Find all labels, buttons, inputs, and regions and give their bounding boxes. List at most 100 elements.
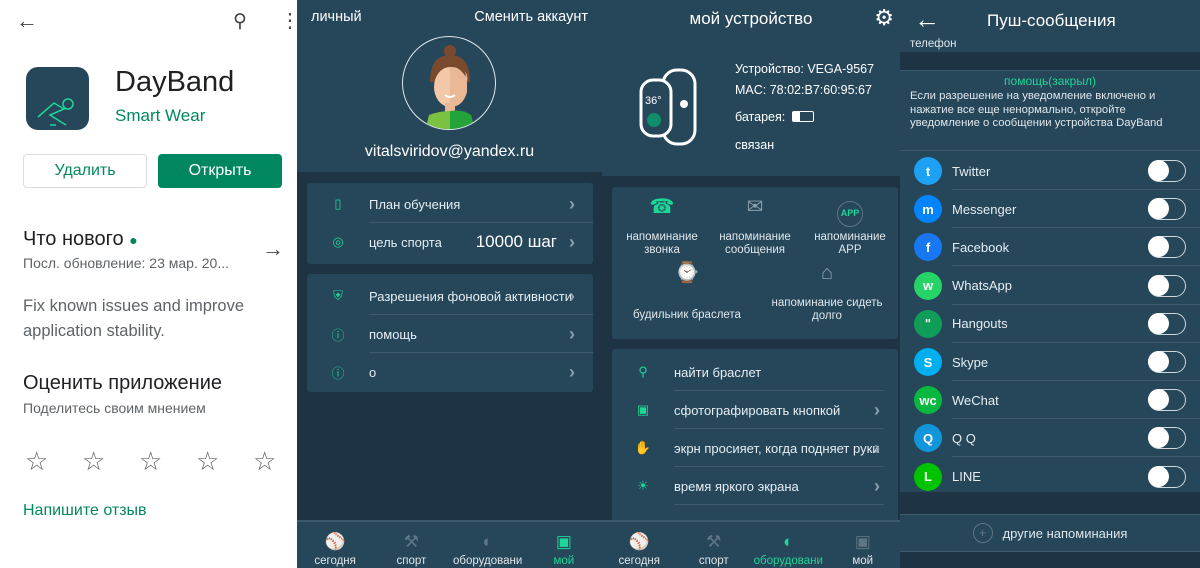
message-reminder-tile[interactable]: ✉ напоминание сообщения <box>710 197 800 257</box>
raise-to-wake-row[interactable]: ✋ экрн просияет, когда подняет руки › <box>612 429 898 467</box>
nav-sport[interactable]: ⚒ спорт <box>677 522 752 568</box>
helmet-icon: ◐ <box>482 532 493 551</box>
nav-today[interactable]: ⚾ сегодня <box>602 522 677 568</box>
device-name: Устройство: VEGA-9567 <box>735 62 875 76</box>
row-label: экрн просияет, когда подняет руки <box>674 440 880 456</box>
twitter-icon: t <box>914 157 942 185</box>
star-2-icon[interactable]: ☆ <box>82 446 105 477</box>
notification-toggle[interactable] <box>1148 160 1186 182</box>
nav-sport[interactable]: ⚒ спорт <box>373 522 449 568</box>
personal-tab[interactable]: личный <box>311 9 362 25</box>
bottom-nav-left: ⚾ сегодня ⚒ спорт ◐ оборудовани ▣ мой <box>297 520 602 568</box>
search-icon[interactable]: ⚲ <box>233 10 247 33</box>
info-icon: ⓘ <box>331 365 345 381</box>
search-icon: ⚲ <box>638 364 648 379</box>
row-label: цель спорта <box>369 234 442 250</box>
find-band-row[interactable]: ⚲ найти браслет <box>612 353 898 391</box>
app-name: LINE <box>952 469 981 485</box>
write-review-link[interactable]: Напишите отзыв <box>23 502 147 520</box>
about-row[interactable]: ⓘ о › <box>307 353 593 391</box>
nav-equipment[interactable]: ◐ оборудовани <box>450 522 526 568</box>
more-icon[interactable]: ⋮ <box>280 8 297 33</box>
chevron-right-icon: › <box>569 193 575 214</box>
band-image: 36° <box>638 68 698 151</box>
nav-label: сегодня <box>618 555 661 567</box>
row-label: помощь <box>369 326 417 342</box>
app-name: Messenger <box>952 201 1017 217</box>
notification-toggle[interactable] <box>1148 389 1186 412</box>
notification-toggle[interactable] <box>1148 427 1186 450</box>
chevron-right-icon: › <box>569 361 575 382</box>
play-store-panel: ← ⚲ ⋮ DayBand Smart Wear Удалить Открыть… <box>0 0 297 568</box>
uninstall-button[interactable]: Удалить <box>23 154 147 188</box>
developer-link[interactable]: Smart Wear <box>115 106 205 126</box>
camera-icon: ▣ <box>636 402 650 417</box>
other-reminders-button[interactable]: + другие напоминания <box>900 514 1200 552</box>
document-icon: ▯ <box>334 196 342 211</box>
tile-label: будильник браслета <box>633 309 741 321</box>
app-name: DayBand <box>115 66 235 98</box>
call-reminder-tile[interactable]: ☎ напоминание звонка <box>617 197 707 257</box>
nav-label: оборудовани <box>753 555 823 567</box>
app-name: Hangouts <box>952 316 1008 332</box>
sport-goal-row[interactable]: ◎ цель спорта 10000 шаг › <box>307 223 593 261</box>
device-mac: MAC: 78:02:B7:60:95:67 <box>735 83 872 97</box>
sedentary-reminder-tile[interactable]: ⌂ напоминание сидеть долго <box>762 263 892 323</box>
chevron-right-icon: › <box>569 231 575 252</box>
notification-toggle[interactable] <box>1148 236 1186 259</box>
star-5-icon[interactable]: ☆ <box>253 446 276 477</box>
app-icon-text: APP <box>837 201 863 227</box>
row-label: время яркого экрана <box>674 478 799 494</box>
band-alarm-tile[interactable]: ⌚ будильник браслета <box>632 262 742 322</box>
app-row-skype: S Skype <box>900 343 1200 381</box>
background-permission-row[interactable]: ⛨ Разрешения фоновой активности › <box>307 277 593 315</box>
nav-label: оборудовани <box>452 555 523 567</box>
band-alarm-icon: ⌚ <box>674 262 700 284</box>
nav-my[interactable]: ▣ мой <box>826 522 901 568</box>
nav-today[interactable]: ⚾ сегодня <box>297 522 373 568</box>
notification-toggle[interactable] <box>1148 465 1186 488</box>
band-temp: 36° <box>645 95 662 107</box>
new-dot-icon: ● <box>129 232 138 248</box>
chevron-right-icon: › <box>874 437 880 458</box>
screen-on-time-row[interactable]: ☀ время яркого экрана › <box>612 467 898 505</box>
back-arrow-icon[interactable]: ← <box>16 8 38 34</box>
app-name: Q Q <box>952 430 976 446</box>
chevron-right-icon: › <box>569 285 575 306</box>
app-row-wechat: wc WeChat <box>900 381 1200 420</box>
help-section: помощь(закрыл) Если разрешение на уведом… <box>900 70 1200 158</box>
back-arrow-icon[interactable]: ← <box>914 4 940 35</box>
dumbbell-icon: ⚒ <box>706 532 722 551</box>
notification-toggle[interactable] <box>1148 351 1186 373</box>
last-update: Посл. обновление: 23 мар. 20... <box>23 255 229 271</box>
rate-title: Оценить приложение <box>23 372 223 394</box>
arrow-right-icon[interactable]: → <box>262 236 284 262</box>
other-reminders-label: другие напоминания <box>1002 525 1128 541</box>
tile-label: напоминание APP <box>814 231 886 256</box>
avatar[interactable] <box>402 36 496 130</box>
battery-icon <box>792 111 814 122</box>
notification-toggle[interactable] <box>1148 198 1186 221</box>
app-reminder-tile[interactable]: APP напоминание APP <box>805 201 895 257</box>
notification-toggle[interactable] <box>1148 274 1186 297</box>
star-4-icon[interactable]: ☆ <box>196 446 219 477</box>
nav-label: спорт <box>698 555 729 567</box>
star-1-icon[interactable]: ☆ <box>25 446 48 477</box>
app-name: WeChat <box>952 392 999 408</box>
app-icon: APP <box>805 201 895 231</box>
training-plan-row[interactable]: ▯ План обучения › <box>307 185 593 223</box>
app-row-line: L LINE <box>900 458 1200 496</box>
open-button[interactable]: Открыть <box>158 154 282 188</box>
gear-icon[interactable]: ⚙ <box>874 5 894 31</box>
whatsapp-icon: w <box>914 271 942 300</box>
help-row[interactable]: ⓘ помощь › <box>307 315 593 353</box>
nav-equipment[interactable]: ◐ оборудовани <box>751 522 826 568</box>
notification-toggle[interactable] <box>1148 312 1186 335</box>
app-row-hangouts: " Hangouts <box>900 305 1200 343</box>
help-title[interactable]: помощь(закрыл) <box>900 74 1200 88</box>
star-3-icon[interactable]: ☆ <box>139 446 162 477</box>
nav-my[interactable]: ▣ мой <box>526 522 602 568</box>
camera-button-row[interactable]: ▣ сфотографировать кнопкой › <box>612 391 898 429</box>
switch-account-link[interactable]: Сменить аккаунт <box>474 9 588 25</box>
chevron-right-icon: › <box>569 323 575 344</box>
